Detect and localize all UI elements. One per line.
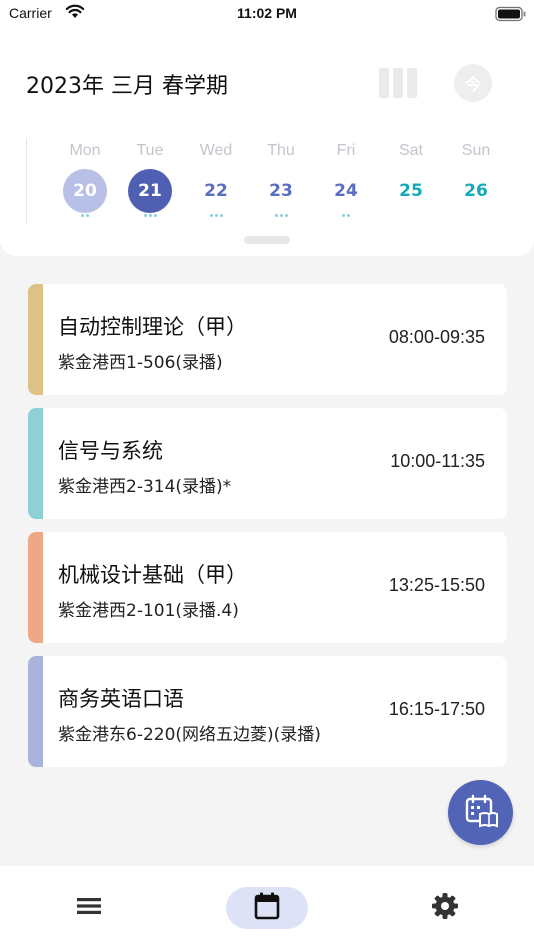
- course-dot: [209, 214, 213, 217]
- calendar-icon: [254, 892, 280, 924]
- schedule-fab-button[interactable]: [448, 780, 513, 845]
- column-icon: [407, 68, 417, 98]
- course-list: 自动控制理论（甲） 紫金港西1-506(录播) 08:00-09:35 信号与系…: [28, 284, 507, 780]
- course-dots: [186, 214, 246, 220]
- course-location: 紫金港西1-506(录播): [58, 353, 223, 373]
- course-name: 信号与系统: [58, 439, 163, 463]
- day-name: Sat: [398, 142, 423, 159]
- course-dots: [316, 214, 376, 220]
- column-icon: [379, 68, 389, 98]
- tab-bar: [0, 866, 534, 950]
- course-dot: [342, 214, 345, 217]
- course-card[interactable]: 机械设计基础（甲） 紫金港西2-101(录播.4) 13:25-15:50: [28, 532, 507, 643]
- course-location: 紫金港西2-101(录播.4): [58, 601, 239, 621]
- day-name: Thu: [267, 142, 295, 159]
- course-card[interactable]: 自动控制理论（甲） 紫金港西1-506(录播) 08:00-09:35: [28, 284, 507, 395]
- course-name: 商务英语口语: [58, 687, 184, 711]
- course-dot: [279, 214, 283, 217]
- week-strip: Mon 20 Tue 21 Wed 22 Thu 23 Fri 24 Sat 2…: [26, 138, 534, 224]
- gear-icon: [431, 892, 459, 924]
- day-number[interactable]: 22: [194, 169, 238, 213]
- course-time: 08:00-09:35: [388, 327, 485, 347]
- course-name: 机械设计基础（甲）: [58, 563, 247, 587]
- calendar-book-icon: [464, 794, 498, 832]
- course-card[interactable]: 商务英语口语 紫金港东6-220(网络五边菱)(录播) 16:15-17:50: [28, 656, 507, 767]
- course-dot: [143, 214, 147, 217]
- day-column[interactable]: Thu 23: [251, 138, 311, 220]
- course-color-bar: [28, 408, 43, 519]
- day-column[interactable]: Fri 24: [316, 138, 376, 220]
- course-dot: [148, 214, 152, 217]
- list-icon: [76, 896, 102, 920]
- course-dots: [120, 214, 180, 220]
- day-name: Sun: [461, 142, 491, 159]
- course-dots: [251, 214, 311, 220]
- day-number[interactable]: 26: [454, 169, 498, 213]
- day-number[interactable]: 20: [63, 169, 107, 213]
- course-dots: [446, 214, 506, 220]
- course-time: 10:00-11:35: [390, 451, 485, 471]
- day-column[interactable]: Wed 22: [186, 138, 246, 220]
- course-dots: [55, 214, 115, 220]
- course-dot: [347, 214, 350, 217]
- today-button[interactable]: 今: [454, 64, 492, 102]
- course-card[interactable]: 信号与系统 紫金港西2-314(录播)* 10:00-11:35: [28, 408, 507, 519]
- course-dot: [153, 214, 157, 217]
- day-name: Wed: [199, 142, 233, 159]
- calendar-header: 2023年 三月 春学期 今 Mon 20 Tue 21 Wed 22 Thu …: [0, 28, 534, 256]
- battery-icon: [495, 6, 527, 26]
- course-color-bar: [28, 656, 43, 767]
- day-column[interactable]: Tue 21: [120, 138, 180, 220]
- column-icon: [393, 68, 403, 98]
- course-name: 自动控制理论（甲）: [58, 315, 247, 339]
- course-time: 16:15-17:50: [388, 699, 485, 719]
- clock: 11:02 PM: [237, 5, 297, 21]
- day-column[interactable]: Sat 25: [381, 138, 441, 220]
- course-dot: [274, 214, 278, 217]
- course-location: 紫金港西2-314(录播)*: [58, 477, 232, 497]
- tab-list[interactable]: [48, 887, 130, 929]
- course-dot: [219, 214, 223, 217]
- week-view-toggle-button[interactable]: [376, 66, 420, 100]
- tab-calendar[interactable]: [226, 887, 308, 929]
- course-time: 13:25-15:50: [388, 575, 485, 595]
- day-column[interactable]: Mon 20: [55, 138, 115, 220]
- course-dot: [81, 214, 84, 217]
- day-column[interactable]: Sun 26: [446, 138, 506, 220]
- course-color-bar: [28, 532, 43, 643]
- day-name: Tue: [136, 142, 164, 159]
- course-location: 紫金港东6-220(网络五边菱)(录播): [58, 725, 321, 745]
- day-number[interactable]: 25: [389, 169, 433, 213]
- course-color-bar: [28, 284, 43, 395]
- course-dot: [86, 214, 89, 217]
- course-dot: [284, 214, 288, 217]
- day-name: Mon: [69, 142, 101, 159]
- day-number[interactable]: 21: [128, 169, 172, 213]
- tab-settings[interactable]: [404, 887, 486, 929]
- drag-handle[interactable]: [244, 236, 290, 244]
- day-number[interactable]: 24: [324, 169, 368, 213]
- course-dots: [381, 214, 441, 220]
- term-title: 2023年 三月 春学期: [26, 74, 228, 99]
- status-bar: Carrier 11:02 PM: [0, 0, 534, 28]
- day-name: Fri: [336, 142, 356, 159]
- course-dot: [214, 214, 218, 217]
- day-number[interactable]: 23: [259, 169, 303, 213]
